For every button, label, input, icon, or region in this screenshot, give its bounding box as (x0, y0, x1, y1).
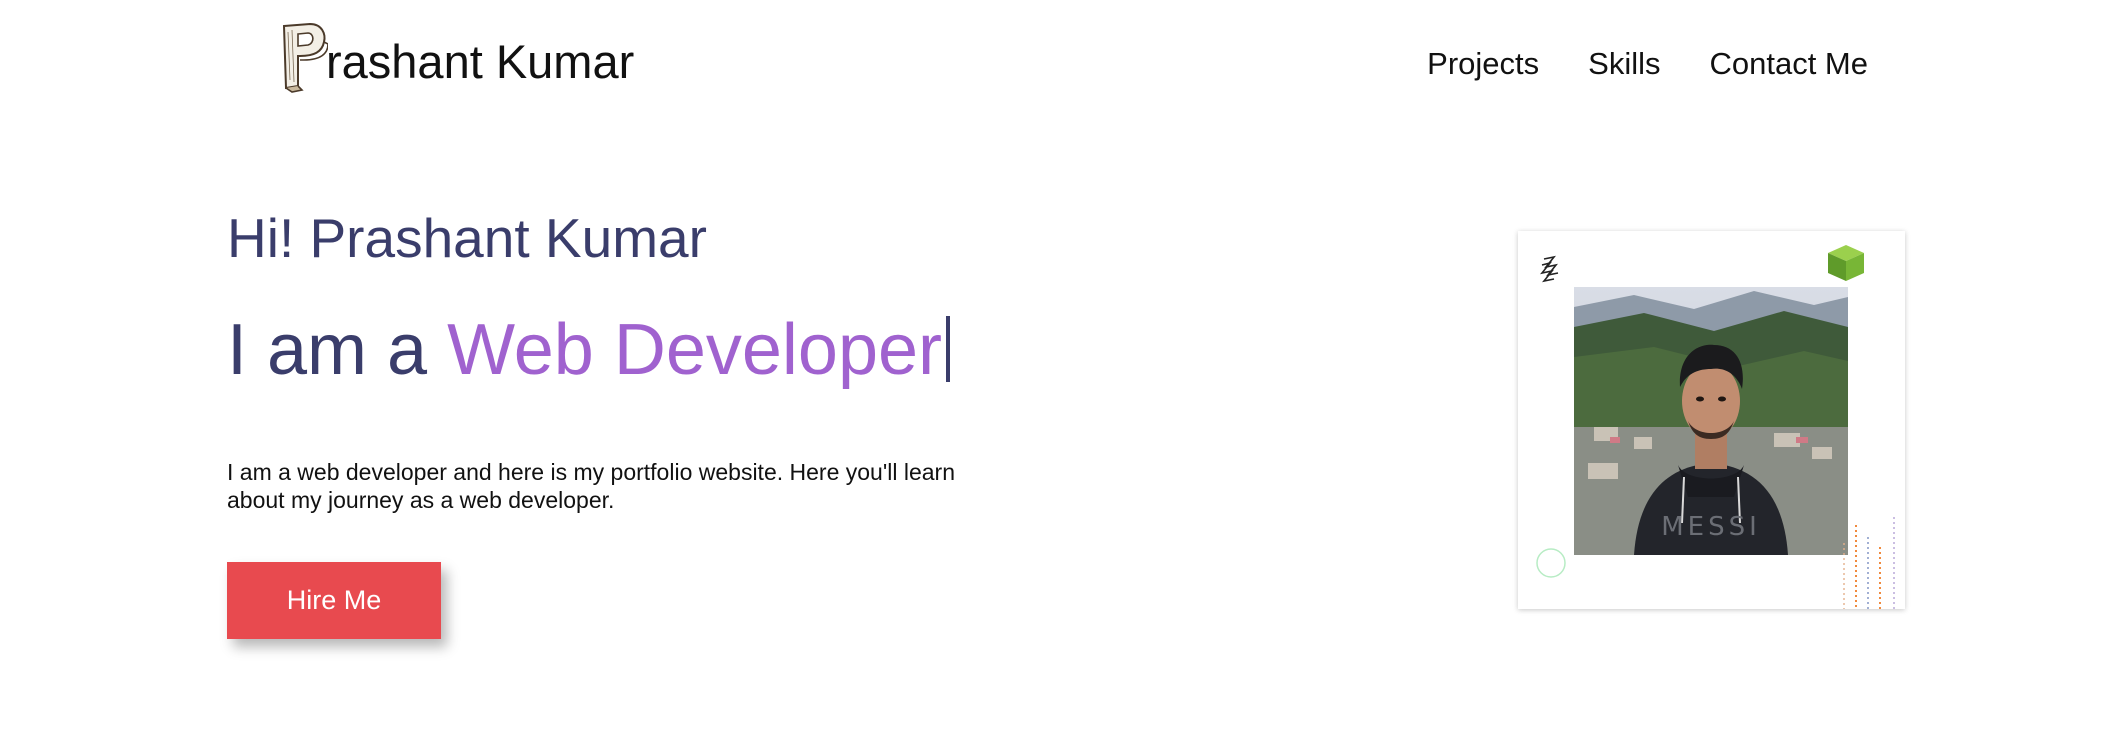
zigzag-icon (1540, 255, 1559, 283)
profile-photo: MESSI (1574, 287, 1848, 555)
dotted-lines-decoration (1843, 517, 1895, 609)
logo-text: rashant Kumar (326, 35, 635, 88)
hire-me-button[interactable]: Hire Me (227, 562, 441, 639)
hero-intro: I am a web developer and here is my port… (227, 459, 955, 513)
profile-card: MESSI (1518, 231, 1905, 609)
circle-outline-icon (1536, 548, 1566, 578)
typing-caret (946, 316, 951, 382)
nav-contact-me[interactable]: Contact Me (1709, 44, 1868, 84)
hero-greeting: Hi! Prashant Kumar (227, 207, 707, 269)
site-logo[interactable]: rashant Kumar (278, 14, 634, 94)
nav-skills[interactable]: Skills (1588, 44, 1660, 84)
hero-role-line: I am a Web Developer (227, 308, 951, 392)
svg-text:MESSI: MESSI (1661, 512, 1761, 542)
main-nav: Projects Skills Contact Me (1427, 44, 1868, 84)
nav-projects[interactable]: Projects (1427, 44, 1539, 84)
role-typed-word: Web Developer (447, 310, 943, 390)
logo-p-icon (282, 22, 328, 93)
green-cube-icon (1828, 245, 1864, 281)
role-prefix: I am a (227, 310, 448, 390)
